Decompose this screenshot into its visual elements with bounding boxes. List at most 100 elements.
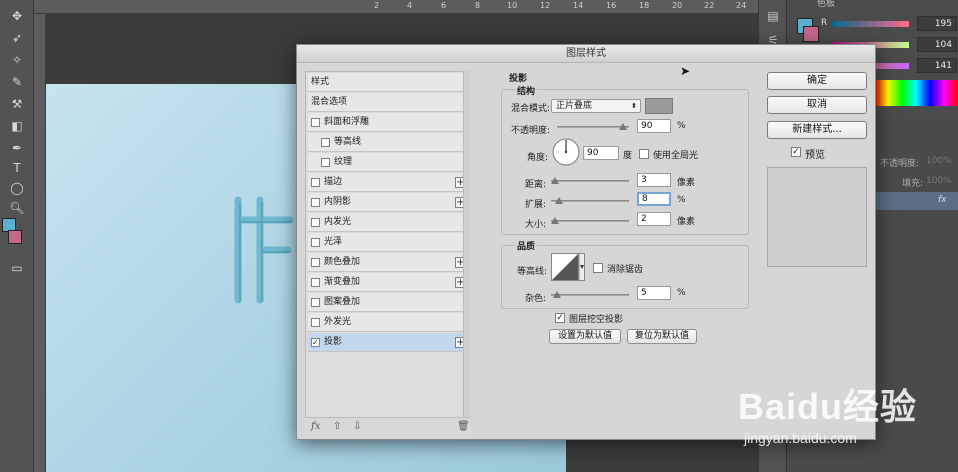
style-item-blending-options[interactable]: 混合选项 (308, 93, 470, 112)
type-tool-icon[interactable]: T (4, 158, 30, 178)
reset-default-button[interactable]: 复位为默认值 (627, 329, 697, 344)
fx-icon[interactable]: fx (311, 421, 320, 432)
opacity-label: 不透明度: (511, 126, 551, 136)
color-spectrum[interactable] (874, 80, 958, 106)
background-color-swatch[interactable] (8, 230, 22, 244)
move-tool-icon[interactable]: ✥ (4, 6, 30, 26)
noise-slider-thumb[interactable] (553, 291, 561, 298)
style-item-texture[interactable]: 纹理 (308, 153, 470, 172)
bg-color-chip[interactable] (803, 26, 819, 42)
style-checkbox[interactable] (311, 258, 320, 267)
trash-icon[interactable]: 🗑 (457, 421, 470, 432)
style-item-satin[interactable]: 光泽 (308, 233, 470, 252)
shape-tool-icon[interactable]: ◯ (4, 178, 30, 198)
style-item-label: 混合选项 (311, 97, 348, 107)
style-checkbox[interactable] (311, 198, 320, 207)
style-item-label: 渐变叠加 (324, 277, 361, 287)
style-checkbox[interactable] (311, 238, 320, 247)
size-input[interactable]: 2 (637, 212, 671, 226)
blue-value[interactable]: 141 (917, 58, 957, 73)
magic-wand-icon[interactable]: ✧ (4, 50, 30, 70)
status-bar (46, 464, 346, 472)
antialias-checkbox[interactable] (593, 263, 603, 273)
eraser-tool-icon[interactable]: ◧ (4, 116, 30, 136)
mouse-cursor-icon: ➤ (680, 64, 691, 78)
history-icon[interactable]: ▤ (765, 8, 781, 24)
style-item-styles[interactable]: 样式 (308, 73, 470, 92)
style-item-contour[interactable]: 等高线 (308, 133, 470, 152)
opacity-input[interactable]: 90 (637, 119, 671, 133)
style-item-gradient-overlay[interactable]: 渐变叠加 + (308, 273, 470, 292)
set-default-button[interactable]: 设置为默认值 (549, 329, 621, 344)
brush-tool-icon[interactable]: ✎ (4, 72, 30, 92)
cancel-button[interactable]: 取消 (767, 96, 867, 114)
contour-picker-icon[interactable] (551, 253, 585, 283)
preview-checkbox[interactable]: ✓ (791, 147, 801, 157)
shadow-color-swatch[interactable] (645, 98, 673, 114)
move-down-icon[interactable]: ⇩ (353, 421, 361, 432)
style-item-inner-glow[interactable]: 内发光 (308, 213, 470, 232)
size-slider[interactable] (551, 220, 629, 222)
green-value[interactable]: 104 (917, 37, 957, 52)
screen-mode-icon[interactable]: ▭ (4, 258, 30, 278)
style-item-label: 纹理 (334, 157, 353, 167)
style-checkbox-checked[interactable]: ✓ (311, 338, 320, 347)
color-channel-letter: R (821, 18, 828, 28)
blend-mode-select[interactable]: 正片叠底 ⬍ (551, 99, 641, 113)
layer-opacity-value[interactable]: 100% (926, 156, 952, 166)
style-item-label: 投影 (324, 337, 343, 347)
noise-unit: % (677, 288, 686, 298)
distance-input[interactable]: 3 (637, 173, 671, 187)
style-checkbox[interactable] (311, 178, 320, 187)
stamp-tool-icon[interactable]: ⚒ (4, 94, 30, 114)
noise-label: 杂色: (525, 294, 547, 304)
style-checkbox[interactable] (321, 158, 330, 167)
angle-input[interactable]: 90 (583, 146, 619, 160)
selected-layer-row[interactable]: fx (874, 192, 958, 210)
swatches-tab[interactable]: 色板 (817, 0, 835, 9)
knockout-checkbox[interactable]: ✓ (555, 313, 565, 323)
style-checkbox[interactable] (321, 138, 330, 147)
angle-dial-icon[interactable] (551, 137, 581, 167)
ruler-tick: 6 (441, 1, 447, 10)
distance-slider[interactable] (551, 180, 629, 182)
style-item-pattern-overlay[interactable]: 图案叠加 (308, 293, 470, 312)
lasso-tool-icon[interactable]: ➶ (4, 28, 30, 48)
blend-mode-value: 正片叠底 (556, 101, 593, 111)
zoom-tool-icon[interactable]: 🔍︎ (4, 198, 30, 218)
size-slider-thumb[interactable] (551, 217, 559, 224)
global-light-checkbox[interactable] (639, 149, 649, 159)
style-checkbox[interactable] (311, 118, 320, 127)
noise-input[interactable]: 5 (637, 286, 671, 300)
contour-label: 等高线: (517, 267, 548, 277)
style-item-inner-shadow[interactable]: 内阴影 + (308, 193, 470, 212)
style-checkbox[interactable] (311, 218, 320, 227)
style-item-color-overlay[interactable]: 颜色叠加 + (308, 253, 470, 272)
style-checkbox[interactable] (311, 278, 320, 287)
ok-button[interactable]: 确定 (767, 72, 867, 90)
move-up-icon[interactable]: ⇧ (333, 421, 341, 432)
style-list-scrollbar[interactable] (463, 71, 471, 437)
spread-slider-thumb[interactable] (555, 197, 563, 204)
distance-unit: 像素 (677, 178, 696, 188)
style-item-bevel-emboss[interactable]: 斜面和浮雕 (308, 113, 470, 132)
style-item-stroke[interactable]: 描边 + (308, 173, 470, 192)
style-item-drop-shadow[interactable]: ✓ 投影 + (308, 333, 470, 352)
blend-mode-label: 混合模式: (511, 104, 551, 114)
style-item-label: 外发光 (324, 317, 352, 327)
distance-slider-thumb[interactable] (551, 177, 559, 184)
style-item-outer-glow[interactable]: 外发光 (308, 313, 470, 332)
style-checkbox[interactable] (311, 298, 320, 307)
pen-tool-icon[interactable]: ✒ (4, 138, 30, 158)
angle-label: 角度: (527, 153, 549, 163)
red-slider[interactable] (831, 21, 909, 27)
new-style-button[interactable]: 新建样式... (767, 121, 867, 139)
quality-title: 品质 (515, 239, 538, 252)
opacity-slider-thumb[interactable] (619, 123, 627, 130)
noise-slider[interactable] (551, 294, 629, 296)
style-list-footer: fx ⇧ ⇩ 🗑 (305, 417, 471, 437)
spread-input[interactable]: 8 (637, 192, 671, 206)
style-checkbox[interactable] (311, 318, 320, 327)
red-value[interactable]: 195 (917, 16, 957, 31)
layer-fill-value[interactable]: 100% (926, 176, 952, 186)
